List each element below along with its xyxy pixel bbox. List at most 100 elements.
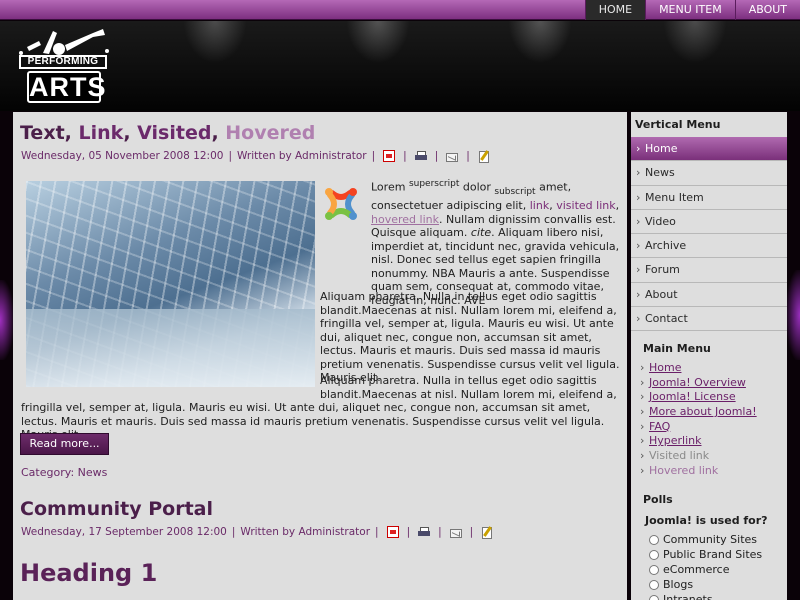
- meta-separator: |: [231, 526, 236, 538]
- vmenu-item-contact[interactable]: Contact: [631, 307, 787, 332]
- inline-visited-link[interactable]: visited link: [556, 199, 615, 212]
- mainmenu-item: FAQ: [639, 420, 757, 435]
- title-sep: ,: [211, 122, 226, 144]
- meta-separator: |: [406, 526, 411, 538]
- mainmenu-link-license[interactable]: Joomla! License: [649, 390, 736, 403]
- vmenu-item-video[interactable]: Video: [631, 210, 787, 235]
- radio-button[interactable]: [649, 549, 659, 560]
- article-paragraph-3-continued: fringilla vel, semper at, ligula. Mauris…: [21, 401, 605, 441]
- article-author: Written by Administrator: [240, 526, 371, 538]
- article-category: Category: News: [21, 466, 107, 479]
- mainmenu-item: Visited link: [639, 449, 757, 464]
- poll-options: Community Sites Public Brand Sites eComm…: [649, 532, 762, 600]
- article-paragraph-2: Aliquam pharetra. Nulla in tellus eget o…: [320, 290, 620, 384]
- meta-separator: |: [371, 150, 376, 162]
- site-logo[interactable]: PERFORMING ARTS: [13, 29, 113, 105]
- print-icon[interactable]: [414, 150, 427, 162]
- inline-link[interactable]: link: [530, 199, 549, 212]
- vmenu-item-archive[interactable]: Archive: [631, 234, 787, 259]
- mainmenu-link-hovered[interactable]: Hovered link: [649, 464, 718, 477]
- title-text: Text: [20, 122, 65, 144]
- poll-question: Joomla! is used for?: [645, 514, 768, 527]
- article-meta: Wednesday, 05 November 2008 12:00 | Writ…: [21, 150, 493, 163]
- main-menu: Home Joomla! Overview Joomla! License Mo…: [639, 361, 757, 479]
- topnav-item-home[interactable]: HOME: [584, 0, 646, 20]
- category-link[interactable]: News: [78, 466, 108, 479]
- logo-text-arts: ARTS: [27, 71, 107, 103]
- top-navigation: HOME MENU ITEM ABOUT: [0, 0, 800, 20]
- title-visited-link[interactable]: Visited: [137, 122, 211, 144]
- mainmenu-link-home[interactable]: Home: [649, 361, 681, 374]
- radio-button[interactable]: [649, 594, 659, 600]
- vmenu-item-news[interactable]: News: [631, 161, 787, 186]
- article-author: Written by Administrator: [237, 150, 367, 162]
- mainmenu-link-faq[interactable]: FAQ: [649, 420, 670, 433]
- poll-option-label: eCommerce: [663, 563, 730, 576]
- print-icon[interactable]: [418, 526, 431, 538]
- right-sidebar: Vertical Menu Home News Menu Item Video …: [631, 112, 787, 600]
- mainmenu-item: Home: [639, 361, 757, 376]
- mainmenu-link-overview[interactable]: Joomla! Overview: [649, 376, 746, 389]
- article-image: [26, 181, 315, 387]
- radio-button[interactable]: [649, 534, 659, 545]
- heading-1: Heading 1: [20, 559, 158, 587]
- mainmenu-link-hyperlink[interactable]: Hyperlink: [649, 434, 702, 447]
- title-link[interactable]: Link: [79, 122, 124, 144]
- topnav-item-about[interactable]: ABOUT: [734, 0, 800, 20]
- meta-separator: |: [375, 526, 379, 538]
- poll-option-label: Blogs: [663, 578, 694, 591]
- article-date: Wednesday, 17 September 2008 12:00: [21, 526, 227, 538]
- meta-separator: |: [434, 150, 439, 162]
- vmenu-item-home[interactable]: Home: [631, 137, 787, 162]
- vmenu-item-forum[interactable]: Forum: [631, 258, 787, 283]
- title-sep: ,: [64, 122, 79, 144]
- article-date: Wednesday, 05 November 2008 12:00: [21, 150, 224, 162]
- vmenu-item-about[interactable]: About: [631, 283, 787, 308]
- poll-option-label: Public Brand Sites: [663, 548, 763, 561]
- mainmenu-link-visited[interactable]: Visited link: [649, 449, 709, 462]
- email-icon[interactable]: [446, 152, 459, 162]
- vmenu-item-menu-item[interactable]: Menu Item: [631, 186, 787, 210]
- site-header: PERFORMING ARTS: [0, 21, 800, 111]
- poll-option[interactable]: Blogs: [649, 577, 762, 592]
- text: Lorem: [371, 180, 409, 194]
- title-hovered-link[interactable]: Hovered: [225, 122, 315, 144]
- vertical-menu: Home News Menu Item Video Archive Forum …: [631, 137, 787, 332]
- inline-hovered-link[interactable]: hovered link: [371, 213, 439, 226]
- pdf-icon[interactable]: [383, 150, 396, 162]
- email-icon[interactable]: [449, 528, 462, 538]
- radio-button[interactable]: [649, 579, 659, 590]
- meta-separator: |: [228, 150, 232, 162]
- pdf-icon[interactable]: [386, 526, 399, 538]
- text: ,: [615, 199, 620, 213]
- poll-option[interactable]: eCommerce: [649, 562, 762, 577]
- topnav-item-menu-item[interactable]: MENU ITEM: [645, 0, 735, 20]
- main-menu-title: Main Menu: [643, 342, 711, 355]
- meta-separator: |: [403, 150, 407, 162]
- category-label: Category:: [21, 466, 78, 479]
- poll-option[interactable]: Intranets: [649, 592, 762, 600]
- mainmenu-item: Hyperlink: [639, 434, 757, 449]
- mainmenu-item: Joomla! Overview: [639, 376, 757, 391]
- text: dolor: [459, 180, 495, 194]
- edit-icon[interactable]: [478, 150, 490, 163]
- poll-option-label: Intranets: [663, 593, 713, 600]
- article-2-title[interactable]: Community Portal: [20, 498, 213, 520]
- joomla-logo-icon: [325, 188, 357, 220]
- superscript-text: superscript: [408, 179, 460, 189]
- poll-option[interactable]: Community Sites: [649, 532, 762, 547]
- edit-icon[interactable]: [481, 526, 493, 539]
- article-paragraph-1: Lorem superscript dolor subscript amet, …: [371, 178, 621, 307]
- radio-button[interactable]: [649, 564, 659, 575]
- instruments-icon: [19, 29, 109, 55]
- read-more-button[interactable]: Read more...: [20, 433, 109, 455]
- main-content: Text, Link, Visited, Hovered Wednesday, …: [13, 112, 627, 600]
- logo-text-performing: PERFORMING: [19, 55, 107, 69]
- meta-separator: |: [466, 150, 470, 162]
- cite-text: cite: [470, 226, 492, 240]
- mainmenu-link-more-about[interactable]: More about Joomla!: [649, 405, 757, 418]
- article-2-meta: Wednesday, 17 September 2008 12:00 | Wri…: [21, 526, 496, 539]
- vertical-menu-title: Vertical Menu: [635, 118, 721, 131]
- poll-option[interactable]: Public Brand Sites: [649, 547, 762, 562]
- decorative-glow-left: [0, 280, 14, 360]
